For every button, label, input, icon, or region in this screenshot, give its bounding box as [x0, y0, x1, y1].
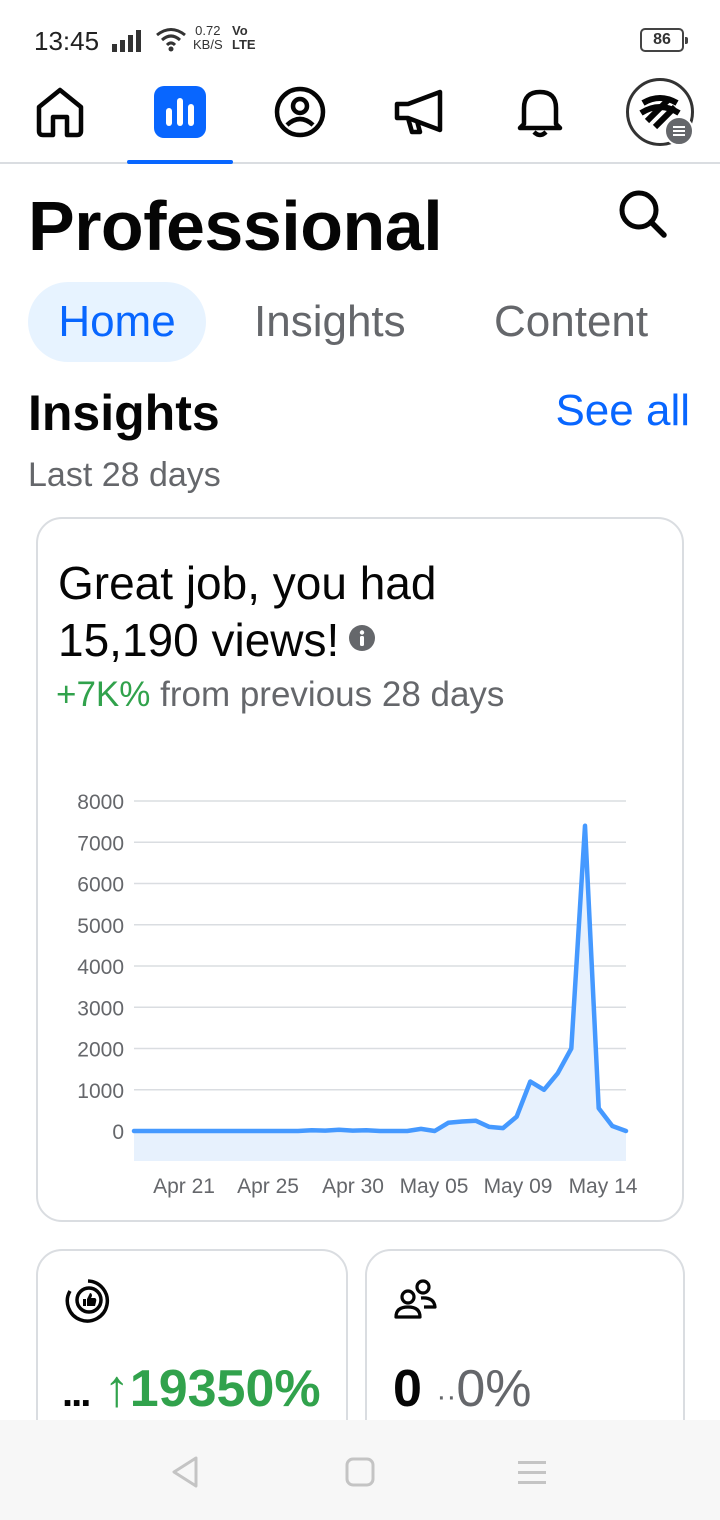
- page-title: Professional: [28, 187, 443, 265]
- status-time: 13:45: [34, 26, 100, 56]
- network-speed: 0.72 KB/S: [193, 23, 223, 52]
- y-tick-label: 2000: [77, 1039, 124, 1062]
- top-nav: [0, 80, 720, 164]
- views-area: [134, 825, 626, 1161]
- y-tick-label: 3000: [77, 997, 124, 1020]
- y-tick-label: 6000: [77, 874, 124, 897]
- nav-dashboard-button[interactable]: [145, 80, 215, 144]
- x-tick-label: Apr 21: [153, 1175, 215, 1198]
- dashboard-icon: [154, 86, 206, 138]
- insights-period: Last 28 days: [28, 456, 221, 494]
- x-tick-label: May 09: [484, 1175, 553, 1198]
- search-icon[interactable]: [612, 184, 672, 244]
- tab-content[interactable]: Content: [494, 282, 648, 362]
- tab-home[interactable]: Home: [28, 282, 206, 362]
- y-tick-label: 5000: [77, 915, 124, 938]
- y-tick-label: 8000: [77, 791, 124, 814]
- followers-value: 0 ··0%: [393, 1360, 532, 1418]
- menu-icon: [673, 126, 685, 136]
- nav-profile-button[interactable]: [265, 80, 335, 144]
- profile-icon: [274, 86, 326, 138]
- home-square-icon[interactable]: [338, 1450, 382, 1494]
- nav-notifications-button[interactable]: [505, 80, 575, 144]
- tab-insights[interactable]: Insights: [254, 282, 406, 362]
- menu-icon[interactable]: [510, 1450, 554, 1494]
- menu-badge[interactable]: [664, 116, 694, 146]
- engagement-change: ... ↑19350%: [62, 1360, 321, 1418]
- y-tick-label: 4000: [77, 956, 124, 979]
- home-icon: [36, 87, 84, 138]
- see-all-link[interactable]: See all: [555, 386, 690, 436]
- views-chart: 8000 7000 6000 5000 4000 3000 2000 1000 0 Apr 21 A…: [77, 791, 638, 1198]
- nav-ads-button[interactable]: [385, 80, 455, 144]
- wifi-icon: [156, 28, 186, 52]
- insights-heading: Insights: [28, 385, 220, 441]
- volte-indicator: Vo LTE: [232, 23, 256, 52]
- y-tick-label: 7000: [77, 832, 124, 855]
- nav-active-indicator: [127, 160, 233, 164]
- x-tick-label: Apr 25: [237, 1175, 299, 1198]
- system-nav-bar: [0, 1420, 720, 1520]
- like-icon: [65, 1279, 110, 1323]
- battery-indicator: 86: [640, 28, 688, 52]
- y-tick-label: 1000: [77, 1080, 124, 1103]
- back-icon[interactable]: [164, 1450, 208, 1494]
- x-tick-label: May 14: [569, 1175, 638, 1198]
- nav-home-button[interactable]: [25, 80, 95, 144]
- status-bar: 13:45 0.72 KB/S Vo LTE 86: [0, 0, 720, 80]
- signal-icon: [112, 30, 141, 52]
- megaphone-icon: [394, 89, 443, 135]
- people-icon: [394, 1279, 437, 1319]
- y-tick-label: 0: [112, 1121, 124, 1144]
- x-tick-label: Apr 30: [322, 1175, 384, 1198]
- x-tick-label: May 05: [400, 1175, 469, 1198]
- views-card[interactable]: Great job, you had 15,190 views! +7K% fr…: [36, 517, 684, 1222]
- bell-icon: [517, 89, 563, 138]
